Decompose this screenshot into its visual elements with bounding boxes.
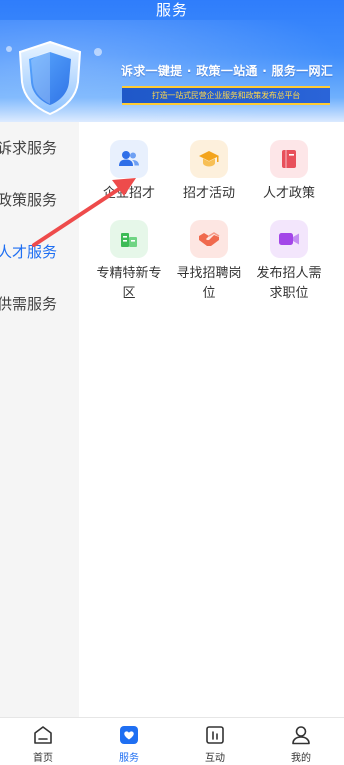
service-specialized-zone[interactable]: 专精特新专区 <box>89 220 169 304</box>
service-post-job[interactable]: 发布招人需求职位 <box>249 220 329 304</box>
handshake-icon <box>190 220 228 258</box>
category-sidebar: 诉求服务 政策服务 人才服务 供需服务 <box>0 122 79 717</box>
tab-profile[interactable]: 我的 <box>258 718 344 764</box>
service-talent-policy[interactable]: 人才政策 <box>249 140 329 204</box>
shield-icon <box>18 40 82 116</box>
sidebar-item-label: 诉求服务 <box>0 139 58 157</box>
service-heart-icon <box>120 726 138 744</box>
video-icon <box>270 220 308 258</box>
sidebar-item-talent[interactable]: 人才服务 <box>0 226 79 278</box>
decoration-dot <box>94 48 102 56</box>
tab-label: 服务 <box>119 753 139 764</box>
service-label: 寻找招聘岗位 <box>176 266 242 301</box>
header-banner: 服务 诉求一键提 · 政策一站通 · 服务一网汇 打造一站式民营企业服务和政策发… <box>0 0 344 122</box>
interact-icon <box>206 726 224 744</box>
tab-interact[interactable]: 互动 <box>172 718 258 764</box>
decoration-dot <box>6 46 12 52</box>
page-title: 服务 <box>155 1 188 19</box>
service-recruit-events[interactable]: 招才活动 <box>169 140 249 204</box>
banner-subtitle: 打造一站式民营企业服务和政策发布总平台 <box>151 91 301 100</box>
service-enterprise-recruit[interactable]: 企业招才 <box>89 140 169 204</box>
tab-home[interactable]: 首页 <box>0 718 86 764</box>
home-icon <box>34 726 52 744</box>
profile-icon <box>292 726 310 745</box>
sidebar-item-appeal[interactable]: 诉求服务 <box>0 122 79 174</box>
building-icon <box>110 220 148 258</box>
sidebar-item-policy[interactable]: 政策服务 <box>0 174 79 226</box>
sidebar-item-label: 人才服务 <box>0 243 58 261</box>
sidebar-item-label: 政策服务 <box>0 191 58 209</box>
sidebar-item-supply-demand[interactable]: 供需服务 <box>0 278 79 330</box>
service-label: 专精特新专区 <box>96 266 162 301</box>
service-label: 企业招才 <box>102 186 155 201</box>
banner-subtitle-ribbon: 打造一站式民营企业服务和政策发布总平台 <box>122 86 330 105</box>
service-label: 招才活动 <box>182 186 235 201</box>
graduation-cap-icon <box>190 140 228 178</box>
service-label: 人才政策 <box>262 186 315 201</box>
bottom-tab-bar: 首页 服务 互动 我的 <box>0 717 344 764</box>
book-icon <box>270 140 308 178</box>
service-find-jobs[interactable]: 寻找招聘岗位 <box>169 220 249 304</box>
tab-label: 首页 <box>33 753 53 764</box>
service-label: 发布招人需求职位 <box>256 266 322 301</box>
tab-label: 互动 <box>205 753 225 764</box>
tab-service[interactable]: 服务 <box>86 718 172 764</box>
banner-slogan: 诉求一键提 · 政策一站通 · 服务一网汇 <box>120 64 334 78</box>
tab-label: 我的 <box>291 753 311 764</box>
sidebar-item-label: 供需服务 <box>0 295 58 313</box>
service-grid: 企业招才 招才活动 人才政策 专精特新专区 寻找招聘岗位 发布招人需求职位 <box>79 122 344 717</box>
users-icon <box>110 140 148 178</box>
